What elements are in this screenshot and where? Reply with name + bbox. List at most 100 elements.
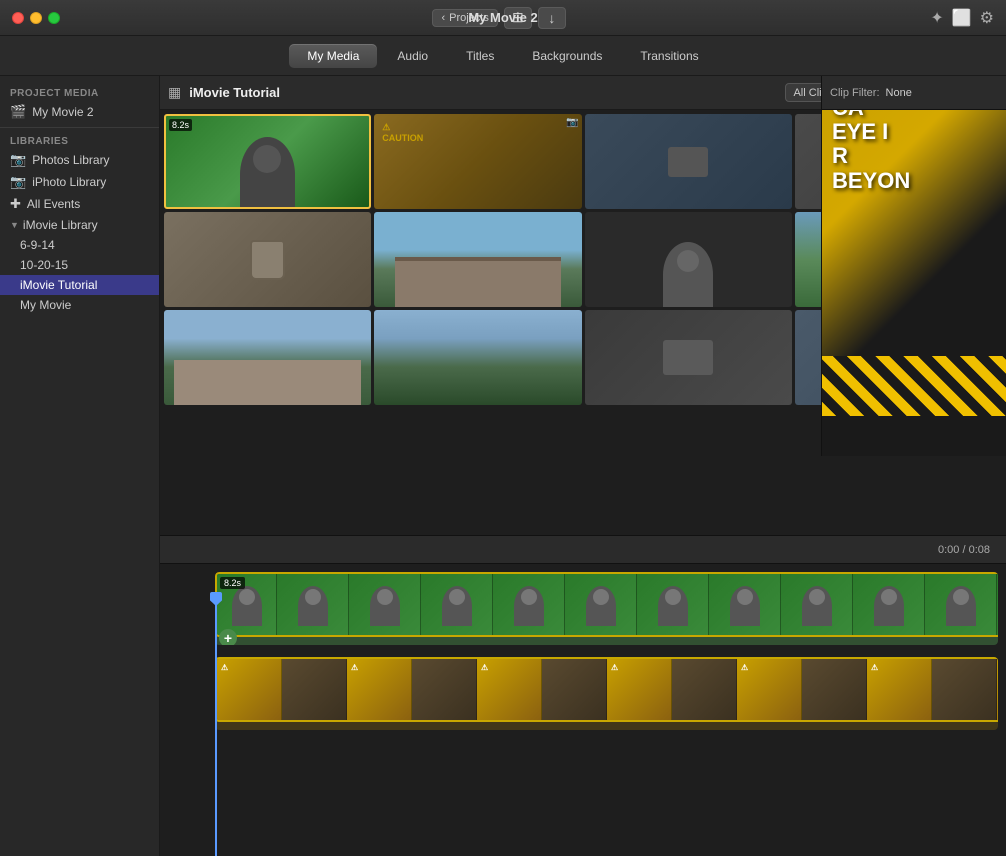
film-frame-1-7 [637, 574, 709, 637]
track-main-1[interactable]: 8.2s [215, 572, 998, 637]
film-frame-1-6 [565, 574, 637, 637]
download-button[interactable]: ↓ [538, 7, 566, 29]
thumbnail-duration-1: 8.2s [169, 119, 192, 131]
magic-wand-icon[interactable]: ✦ [930, 8, 943, 28]
person-figure [586, 586, 616, 626]
preview-content: CAEYE IRBEYON [822, 76, 1006, 416]
sidebar-item-6-9-14[interactable]: 6-9-14 [0, 235, 159, 255]
maximize-button[interactable] [48, 12, 60, 24]
film-frame-2-1: ⚠ [217, 659, 282, 722]
media-thumbnail-3[interactable] [585, 114, 792, 209]
frame-icon[interactable]: ⬜ [952, 8, 972, 28]
film-frame-1-9 [781, 574, 853, 637]
sidebar-item-iphoto-library[interactable]: 📷 iPhoto Library [0, 171, 159, 193]
triangle-down-icon: ▼ [10, 220, 19, 230]
film-frame-1-2 [277, 574, 349, 637]
film-frame-1-10 [853, 574, 925, 637]
tab-transitions[interactable]: Transitions [622, 44, 716, 68]
film-frame-2-5: ⚠ [477, 659, 542, 722]
film-frame-1-5 [493, 574, 565, 637]
film-frame-2-2 [282, 659, 347, 722]
media-thumbnail-1[interactable]: 8.2s [164, 114, 371, 209]
media-thumbnail-10[interactable] [374, 310, 581, 405]
film-frame-1-8 [709, 574, 781, 637]
person-figure [442, 586, 472, 626]
sidebar-item-10-20-15[interactable]: 10-20-15 [0, 255, 159, 275]
track-1: 8.2s [215, 572, 998, 645]
track-add-button-1[interactable]: + [219, 629, 237, 645]
media-browser-title: iMovie Tutorial [189, 85, 280, 100]
timeline-content: 8.2s [160, 564, 1006, 828]
media-thumbnail-11[interactable] [585, 310, 792, 405]
person-figure [802, 586, 832, 626]
iphoto-icon: 📷 [10, 174, 26, 190]
media-thumbnail-9[interactable] [164, 310, 371, 405]
film-frame-2-8 [672, 659, 737, 722]
sidebar-item-imovie-tutorial[interactable]: iMovie Tutorial [0, 275, 159, 295]
media-thumbnail-5[interactable] [164, 212, 371, 307]
playhead[interactable] [215, 592, 217, 856]
tab-audio[interactable]: Audio [379, 44, 446, 68]
film-frame-2-4 [412, 659, 477, 722]
toolbar: My Media Audio Titles Backgrounds Transi… [0, 36, 1006, 76]
film-frame-2-11: ⚠ [867, 659, 932, 722]
person-figure [370, 586, 400, 626]
timeline-header: 0:00 / 0:08 [160, 536, 1006, 564]
track-duration-1: 8.2s [220, 577, 245, 589]
film-frame-2-13: ⚠ [997, 659, 998, 722]
media-thumbnail-6[interactable] [374, 212, 581, 307]
clip-filter-label: Clip Filter: [830, 87, 880, 99]
minimize-button[interactable] [30, 12, 42, 24]
person-figure [946, 586, 976, 626]
timeline[interactable]: 8.2s [160, 564, 1006, 856]
person-figure [730, 586, 760, 626]
track-2: ⚠ ⚠ ⚠ ⚠ [215, 657, 998, 730]
film-frame-1-12 [997, 574, 998, 637]
camera-icon-2: 📷 [566, 117, 578, 128]
filmstrip-1 [217, 574, 998, 635]
time-display: 0:00 / 0:08 [938, 544, 990, 556]
sidebar-item-my-movie[interactable]: 🎬 My Movie 2 [0, 101, 159, 123]
tab-backgrounds[interactable]: Backgrounds [514, 44, 620, 68]
sidebar-toggle-icon[interactable]: ▦ [168, 84, 181, 101]
window-title: My Movie 2 [468, 10, 537, 25]
settings-icon[interactable]: ⚙ [980, 8, 994, 28]
traffic-lights [12, 12, 60, 24]
libraries-label: LIBRARIES [0, 132, 159, 149]
filmstrip-2: ⚠ ⚠ ⚠ ⚠ [217, 659, 998, 720]
clip-filter-value: None [886, 87, 912, 99]
sidebar-item-photos-library[interactable]: 📷 Photos Library [0, 149, 159, 171]
photos-icon: 📷 [10, 152, 26, 168]
film-frame-2-9: ⚠ [737, 659, 802, 722]
film-frame-2-3: ⚠ [347, 659, 412, 722]
film-frame-2-12 [932, 659, 997, 722]
close-button[interactable] [12, 12, 24, 24]
main-layout: PROJECT MEDIA 🎬 My Movie 2 LIBRARIES 📷 P… [0, 76, 1006, 856]
person-figure [232, 586, 262, 626]
titlebar-right-controls: ✦ ⬜ ⚙ [930, 8, 994, 28]
preview-area: CAEYE IRBEYON [821, 76, 1006, 456]
sidebar: PROJECT MEDIA 🎬 My Movie 2 LIBRARIES 📷 P… [0, 76, 160, 856]
track-secondary-1[interactable]: ⚠ ⚠ ⚠ ⚠ [215, 657, 998, 722]
clip-filter-bar: Clip Filter: None [821, 76, 1006, 110]
film-frame-1-11 [925, 574, 997, 637]
sidebar-item-all-events[interactable]: ✚ All Events [0, 193, 159, 215]
media-thumbnail-7[interactable] [585, 212, 792, 307]
sidebar-item-imovie-library[interactable]: ▼ iMovie Library [0, 215, 159, 235]
tab-titles[interactable]: Titles [448, 44, 512, 68]
project-media-label: PROJECT MEDIA [0, 84, 159, 101]
sidebar-item-my-movie-lib[interactable]: My Movie [0, 295, 159, 315]
plus-icon: ✚ [10, 196, 21, 212]
person-figure [658, 586, 688, 626]
film-frame-2-6 [542, 659, 607, 722]
media-thumbnail-2[interactable]: 📷 ⚠CAUTION [374, 114, 581, 209]
film-frame-1-3 [349, 574, 421, 637]
person-figure [874, 586, 904, 626]
tab-my-media[interactable]: My Media [289, 44, 377, 68]
chevron-left-icon: ‹ [441, 12, 445, 24]
person-figure [298, 586, 328, 626]
titlebar: ‹ Projects ⊞ ↓ My Movie 2 ✦ ⬜ ⚙ [0, 0, 1006, 36]
film-frame-1-4 [421, 574, 493, 637]
film-icon: 🎬 [10, 104, 26, 120]
preview-stripes [822, 356, 1006, 416]
